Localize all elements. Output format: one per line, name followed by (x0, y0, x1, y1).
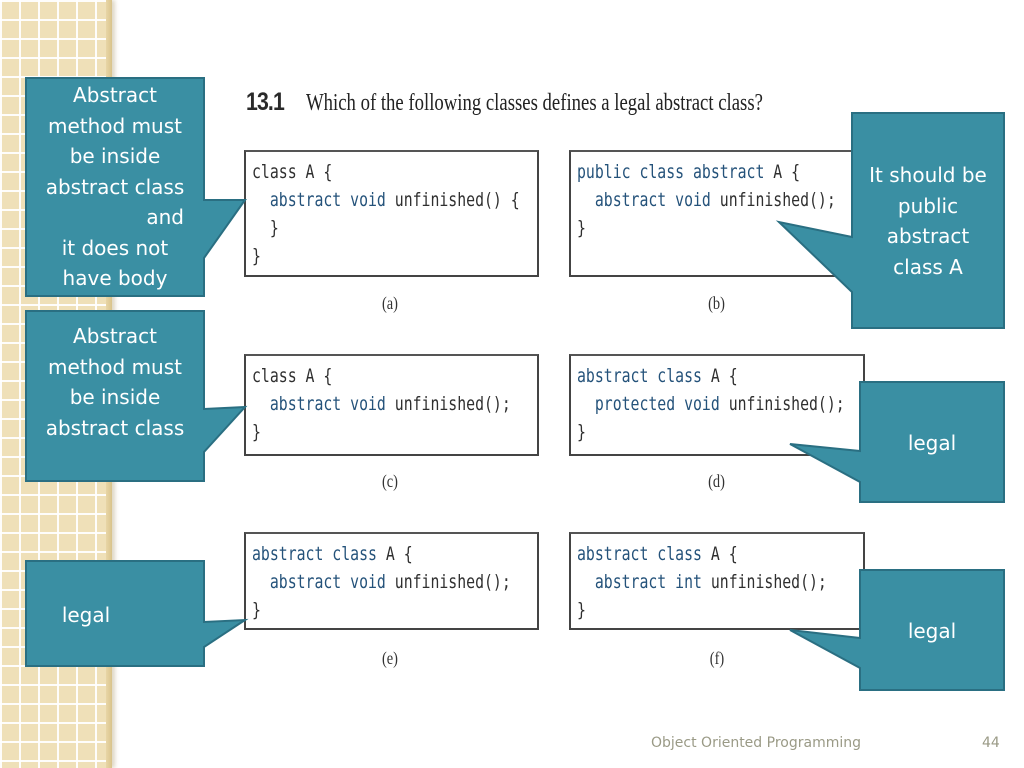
callout-f-shape (789, 569, 1005, 691)
footer-course-title: Object Oriented Programming (651, 735, 861, 751)
callout-f-label: legal (907, 619, 957, 643)
page-number: 44 (982, 735, 1000, 751)
